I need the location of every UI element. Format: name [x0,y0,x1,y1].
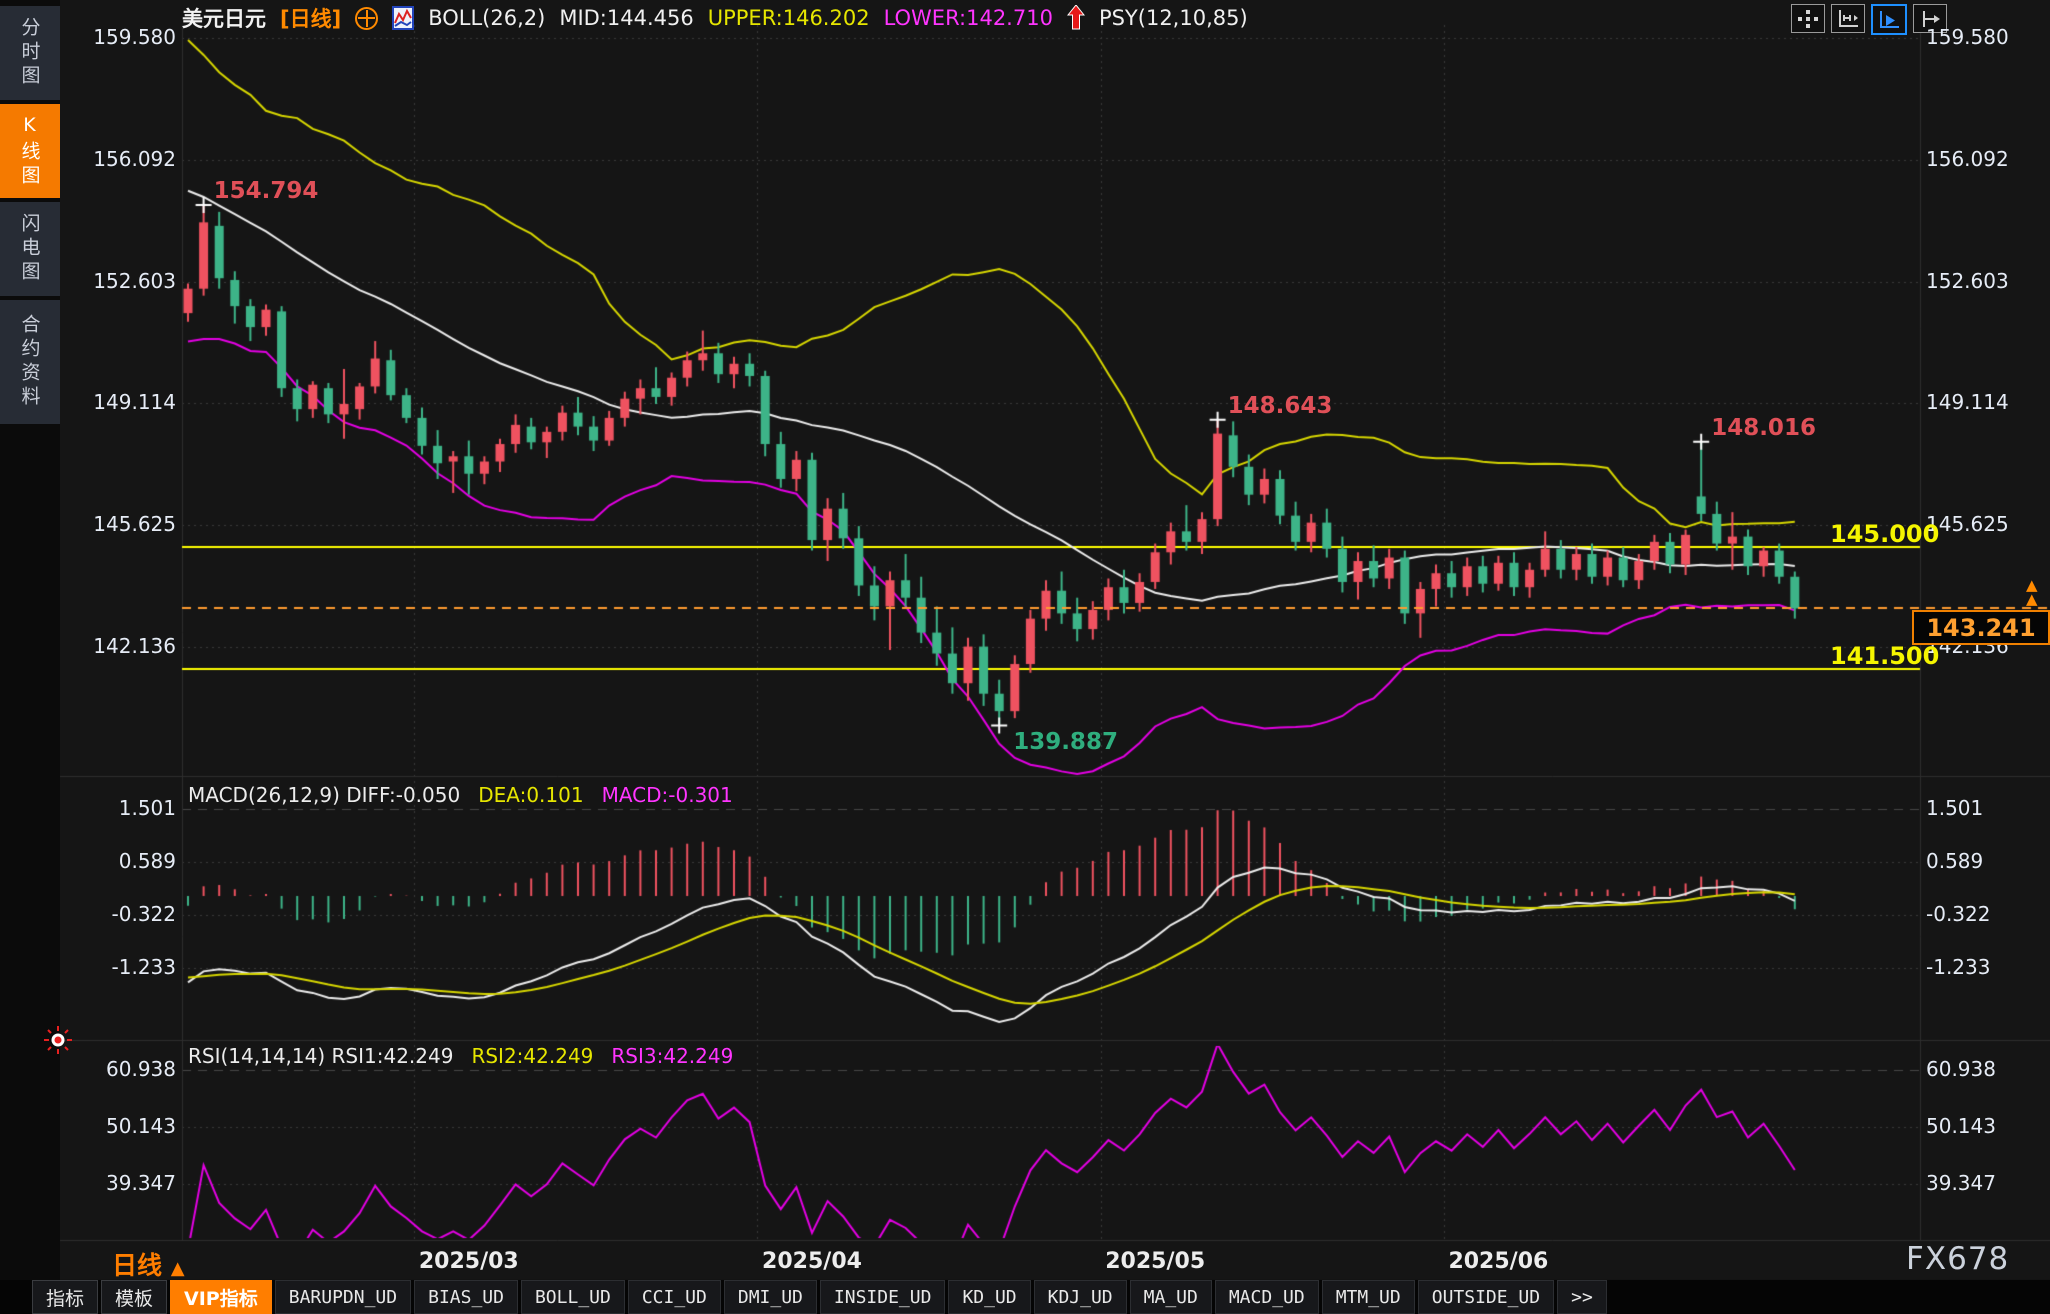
y-axis-label-left: -0.322 [111,901,176,926]
last-price-box: 143.241 [1912,610,2050,645]
symbol-title: 美元日元 [182,7,266,31]
high-annotation: 154.794 [213,178,319,205]
macd-dea-value: DEA:0.101 [478,783,584,807]
sidebar-tab-lightning-chart[interactable]: 闪电图 [0,202,60,296]
rsi2-value: RSI2:42.249 [471,1044,594,1068]
rsi1-value: RSI(14,14,14) RSI1:42.249 [188,1044,454,1068]
y-axis-label-left: 0.589 [118,848,176,873]
y-axis-label-left: 152.603 [93,268,176,293]
bottom-tab[interactable]: KD_UD [948,1280,1031,1314]
y-axis-label-right: -0.322 [1926,901,1991,926]
fit-horizontal-button[interactable] [1831,4,1865,33]
rsi3-value: RSI3:42.249 [611,1044,734,1068]
y-axis-label-right: 60.938 [1926,1056,1996,1081]
y-axis-label-right: 50.143 [1926,1114,1996,1138]
sidebar-tab-kline-chart[interactable]: K线图 [0,104,60,198]
y-axis-label-left: 145.625 [93,512,176,537]
bottom-tab[interactable]: 指标 [32,1280,99,1314]
psy-indicator-label: PSY(12,10,85) [1098,6,1248,30]
bottom-tab[interactable]: >> [1557,1280,1607,1314]
chart-toolbar [1791,4,1947,35]
bottom-tab[interactable]: DMI_UD [723,1280,817,1314]
bottom-tab[interactable]: CCI_UD [627,1280,721,1314]
bottom-tab[interactable]: MTM_UD [1321,1280,1415,1314]
bottom-tab[interactable]: OUTSIDE_UD [1417,1280,1555,1314]
y-axis-label-right: 152.603 [1926,268,2009,293]
bottom-tab[interactable]: BIAS_UD [414,1280,518,1314]
last-price-arrows-icon: ▲ ▲ [2026,576,2038,608]
x-axis-date-label: 2025/05 [1105,1249,1206,1274]
crosshair-target-icon[interactable] [355,6,379,30]
bottom-tab[interactable]: BOLL_UD [520,1280,625,1314]
watermark: FX678 [1906,1241,2010,1277]
x-axis-date-label: 2025/06 [1448,1249,1549,1274]
y-axis-label-left: 142.136 [93,634,176,659]
bottom-tab[interactable]: BARUPDN_UD [274,1280,412,1314]
support-level-label: 141.500 [1830,642,1940,670]
high-annotation: 148.016 [1711,414,1816,441]
y-axis-label-right: 39.347 [1926,1171,1996,1196]
bottom-tab[interactable]: MA_UD [1129,1280,1212,1314]
y-axis-label-left: 39.347 [106,1171,176,1196]
triangle-up-icon: ▲ [170,1258,185,1279]
y-axis-label-left: 60.938 [106,1056,176,1081]
bottom-tab-active[interactable]: VIP指标 [170,1280,272,1314]
y-axis-label-left: 1.501 [118,795,176,820]
bottom-tab[interactable]: KDJ_UD [1033,1280,1127,1314]
chart-header: 美元日元 [日线] BOLL(26,2) MID:144.456 UPPER:1… [182,2,1248,34]
chart-type-icon[interactable] [392,5,415,31]
low-annotation: 139.887 [1013,728,1118,755]
record-blink-icon [44,1026,72,1054]
y-axis-label-left: 159.580 [93,25,176,49]
y-axis-label-right: 159.580 [1926,25,2009,49]
bottom-tab[interactable]: 模板 [101,1280,168,1314]
y-axis-label-left: 149.114 [93,390,176,415]
y-axis-label-right: 149.114 [1926,390,2009,415]
macd-diff-value: MACD(26,12,9) DIFF:-0.050 [188,783,461,807]
macd-hist-value: MACD:-0.301 [601,783,733,807]
x-axis-date-label: 2025/03 [418,1249,519,1274]
period-tag[interactable]: [日线] [280,3,341,33]
resistance-level-label: 145.000 [1830,520,1940,548]
auto-scale-play-button[interactable] [1871,4,1907,35]
boll-indicator-label: BOLL(26,2) [428,6,546,30]
y-axis-label-right: 156.092 [1926,146,2009,171]
y-axis-label-right: -1.233 [1926,954,1991,979]
y-axis-label-right: 1.501 [1926,795,1984,820]
sidebar-tab-time-chart[interactable]: 分时图 [0,6,60,100]
boll-upper-value: UPPER:146.202 [707,6,870,30]
high-annotation: 148.643 [1227,392,1333,419]
y-axis-label-left: 156.092 [93,146,176,171]
y-axis-label-left: 50.143 [106,1114,176,1138]
boll-mid-value: MID:144.456 [559,6,694,30]
left-sidebar: 分时图 K线图 闪电图 合约资料 [0,0,72,1314]
sidebar-tab-contract-info[interactable]: 合约资料 [0,300,60,424]
pan-move-button[interactable] [1791,4,1825,33]
rsi-pane-header: RSI(14,14,14) RSI1:42.249 RSI2:42.249 RSI3… [188,1044,733,1068]
bottom-tab[interactable]: MACD_UD [1214,1280,1319,1314]
up-arrow-icon [1066,5,1085,30]
y-axis-label-right: 0.589 [1926,848,1984,873]
x-axis-date-label: 2025/04 [762,1249,862,1274]
indicator-tab-bar: 指标 模板 VIP指标 BARUPDN_UD BIAS_UD BOLL_UD CCI_UD D… [0,1280,2050,1314]
boll-lower-value: LOWER:142.710 [883,6,1053,30]
chart-window: 分时图 K线图 闪电图 合约资料 美元日元 [日线] BOLL(26,2) MI… [0,0,2050,1314]
bottom-tab[interactable]: INSIDE_UD [819,1280,946,1314]
period-selector[interactable]: 日线 ▲ [112,1246,185,1282]
y-axis-label-left: -1.233 [111,954,176,979]
macd-pane-header: MACD(26,12,9) DIFF:-0.050 DEA:0.101 MACD:-… [188,783,733,807]
